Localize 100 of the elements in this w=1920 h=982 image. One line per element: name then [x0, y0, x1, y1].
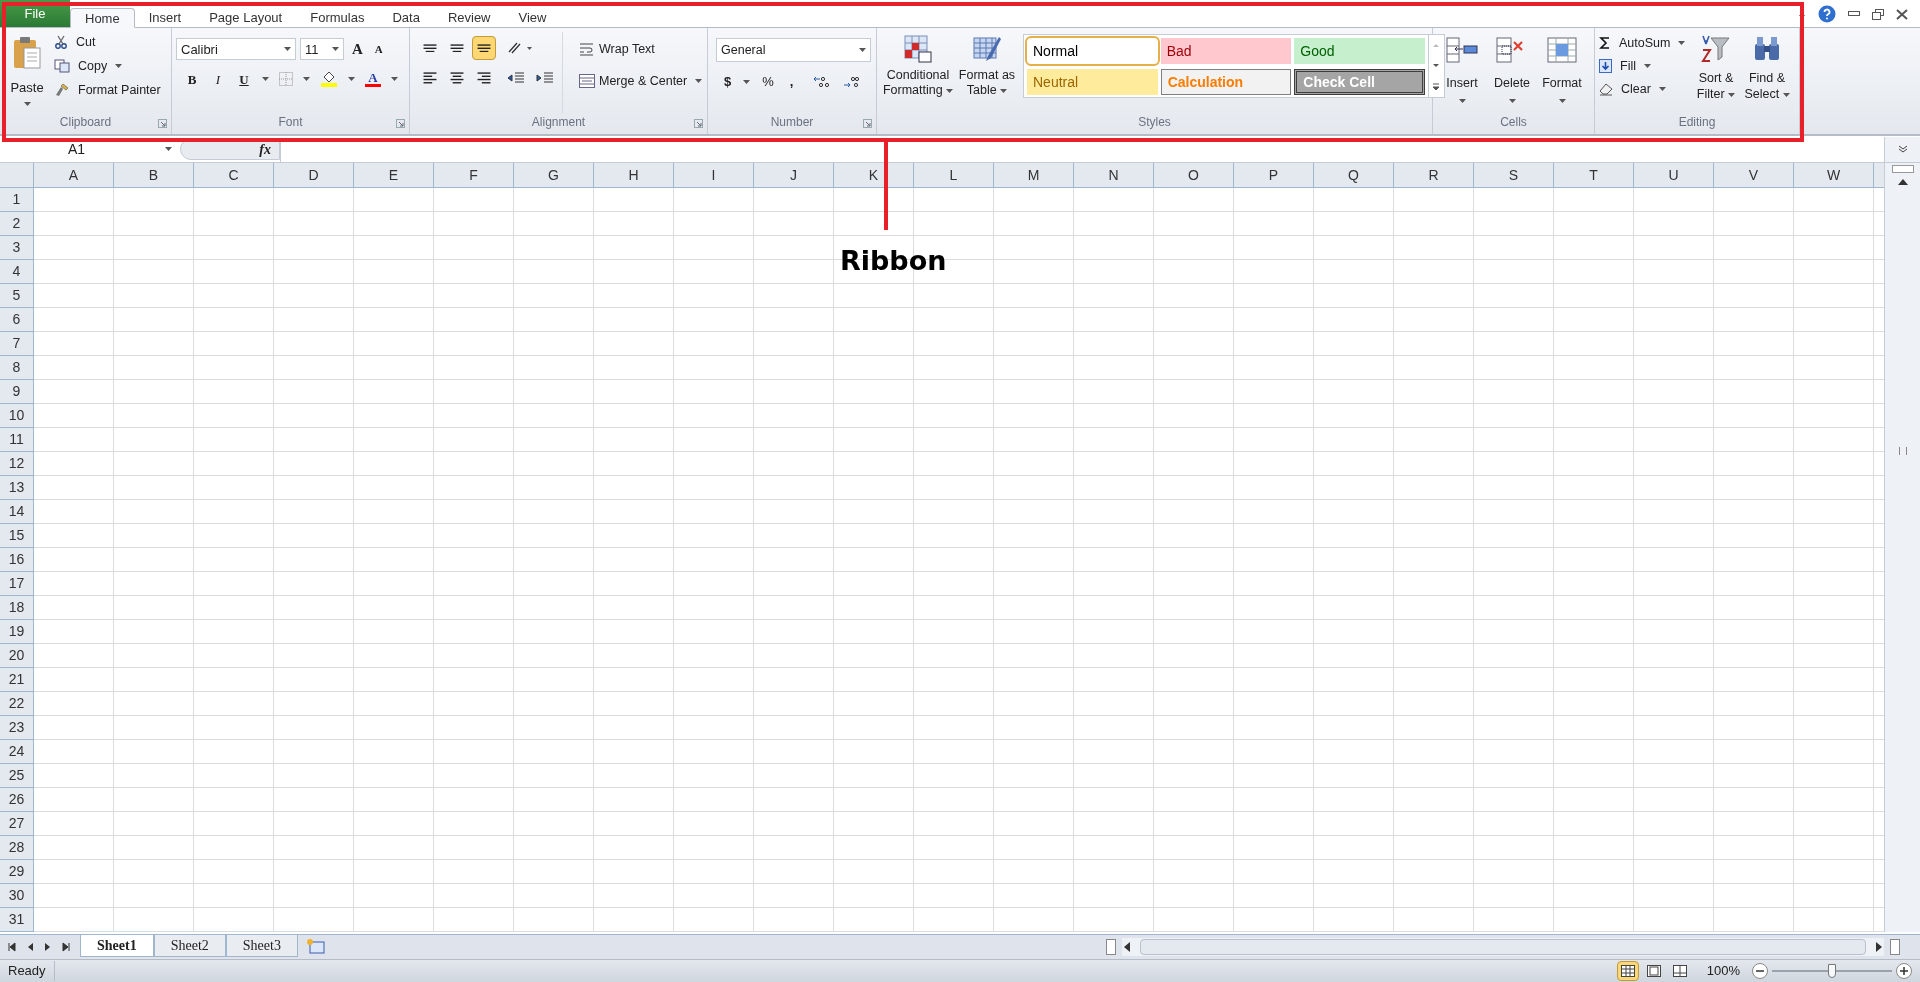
ribbon-tab[interactable]: Review	[433, 8, 505, 28]
column-header[interactable]: W	[1794, 163, 1874, 187]
row-header[interactable]: 10	[0, 404, 34, 428]
sort-filter-button[interactable]: Sort & Filter	[1691, 32, 1741, 113]
fill-button[interactable]: Fill	[1599, 57, 1691, 75]
ribbon-tab[interactable]: Page Layout	[195, 8, 297, 28]
row-header[interactable]: 30	[0, 884, 34, 908]
scroll-left-icon[interactable]	[1122, 941, 1132, 953]
zoom-out-icon[interactable]	[1752, 963, 1768, 979]
bold-button[interactable]: B	[184, 69, 200, 89]
italic-button[interactable]: I	[210, 69, 226, 89]
column-header[interactable]: R	[1394, 163, 1474, 187]
cell-grid[interactable]	[34, 188, 1884, 932]
restore-icon[interactable]	[1872, 8, 1884, 20]
copy-button[interactable]: Copy	[54, 56, 161, 76]
ribbon-tab[interactable]: Formulas	[296, 8, 379, 28]
scroll-right-icon[interactable]	[1874, 941, 1884, 953]
sheet-tab[interactable]: Sheet2	[153, 934, 226, 957]
row-header[interactable]: 27	[0, 812, 34, 836]
zoom-in-icon[interactable]	[1896, 963, 1912, 979]
dialog-launcher-icon[interactable]	[396, 119, 405, 128]
column-header[interactable]: J	[754, 163, 834, 187]
scroll-grip-icon[interactable]	[1898, 447, 1907, 455]
row-header[interactable]: 1	[0, 188, 34, 212]
column-header[interactable]: P	[1234, 163, 1314, 187]
row-header[interactable]: 18	[0, 596, 34, 620]
row-header[interactable]: 28	[0, 836, 34, 860]
row-header[interactable]: 6	[0, 308, 34, 332]
ribbon-tab[interactable]: Insert	[134, 8, 196, 28]
column-header[interactable]: L	[914, 163, 994, 187]
conditional-formatting-button[interactable]: Conditional Formatting	[881, 32, 955, 113]
sheet-tab[interactable]: Sheet3	[225, 934, 298, 957]
fill-color-icon[interactable]	[320, 71, 338, 88]
row-header[interactable]: 11	[0, 428, 34, 452]
column-header[interactable]: M	[994, 163, 1074, 187]
column-header[interactable]: T	[1554, 163, 1634, 187]
autosum-button[interactable]: AutoSum	[1599, 34, 1691, 52]
column-header[interactable]: G	[514, 163, 594, 187]
row-header[interactable]: 21	[0, 668, 34, 692]
last-sheet-icon[interactable]	[62, 942, 70, 952]
column-header[interactable]: S	[1474, 163, 1554, 187]
underline-button[interactable]: U	[236, 69, 252, 89]
dialog-launcher-icon[interactable]	[694, 119, 703, 128]
insert-function-button[interactable]: fx	[259, 138, 271, 160]
format-as-table-button[interactable]: Format as Table	[955, 32, 1019, 113]
column-header[interactable]: E	[354, 163, 434, 187]
column-header[interactable]: N	[1074, 163, 1154, 187]
cell-style-option[interactable]: Neutral	[1027, 69, 1158, 95]
cell-style-option[interactable]: Good	[1294, 38, 1425, 64]
cut-button[interactable]: Cut	[54, 32, 161, 52]
font-color-button[interactable]: A	[365, 71, 381, 87]
split-handle[interactable]	[1891, 165, 1914, 173]
zoom-slider-thumb[interactable]	[1828, 964, 1836, 978]
row-header[interactable]: 16	[0, 548, 34, 572]
column-header[interactable]: I	[674, 163, 754, 187]
row-header[interactable]: 24	[0, 740, 34, 764]
find-select-button[interactable]: Find & Select	[1741, 32, 1793, 113]
row-header[interactable]: 7	[0, 332, 34, 356]
shrink-font-button[interactable]: A	[370, 41, 387, 58]
wrap-text-button[interactable]: Wrap Text	[579, 38, 703, 60]
comma-button[interactable]: ,	[785, 72, 798, 92]
decrease-decimal-icon[interactable]	[843, 74, 862, 89]
cell-style-option[interactable]: Normal	[1027, 38, 1158, 64]
column-header[interactable]: F	[434, 163, 514, 187]
column-header[interactable]: V	[1714, 163, 1794, 187]
close-icon[interactable]	[1896, 8, 1908, 20]
column-header[interactable]: U	[1634, 163, 1714, 187]
row-header[interactable]: 26	[0, 788, 34, 812]
scroll-thumb[interactable]	[1140, 939, 1866, 955]
sheet-tab[interactable]: Sheet1	[80, 934, 154, 957]
row-header[interactable]: 17	[0, 572, 34, 596]
ribbon-tab[interactable]: Data	[378, 8, 434, 28]
column-header[interactable]: C	[194, 163, 274, 187]
insert-button[interactable]: Insert	[1437, 32, 1487, 113]
ribbon-tab[interactable]: View	[504, 8, 561, 28]
align-bottom-button[interactable]	[472, 36, 496, 60]
row-header[interactable]: 25	[0, 764, 34, 788]
scroll-up-icon[interactable]	[1896, 177, 1909, 187]
column-header[interactable]: D	[274, 163, 354, 187]
cell-style-option[interactable]: Bad	[1160, 38, 1292, 64]
grow-font-button[interactable]: A	[348, 38, 367, 61]
paste-button[interactable]: Paste	[4, 32, 50, 113]
row-header[interactable]: 20	[0, 644, 34, 668]
format-painter-button[interactable]: Format Painter	[54, 80, 161, 100]
row-header[interactable]: 23	[0, 716, 34, 740]
row-header[interactable]: 31	[0, 908, 34, 932]
row-header[interactable]: 19	[0, 620, 34, 644]
decrease-indent-icon[interactable]	[507, 70, 525, 86]
row-header[interactable]: 22	[0, 692, 34, 716]
normal-view-button[interactable]	[1616, 961, 1639, 981]
clear-button[interactable]: Clear	[1599, 80, 1691, 98]
row-header[interactable]: 5	[0, 284, 34, 308]
dialog-launcher-icon[interactable]	[158, 119, 167, 128]
minimize-icon[interactable]	[1848, 11, 1860, 17]
split-handle[interactable]	[1890, 939, 1900, 955]
help-icon[interactable]	[1818, 5, 1836, 23]
merge-center-button[interactable]: Merge & Center	[579, 70, 703, 92]
previous-sheet-icon[interactable]	[26, 942, 34, 952]
text-orientation-icon[interactable]	[507, 40, 533, 56]
zoom-slider[interactable]	[1772, 964, 1892, 978]
